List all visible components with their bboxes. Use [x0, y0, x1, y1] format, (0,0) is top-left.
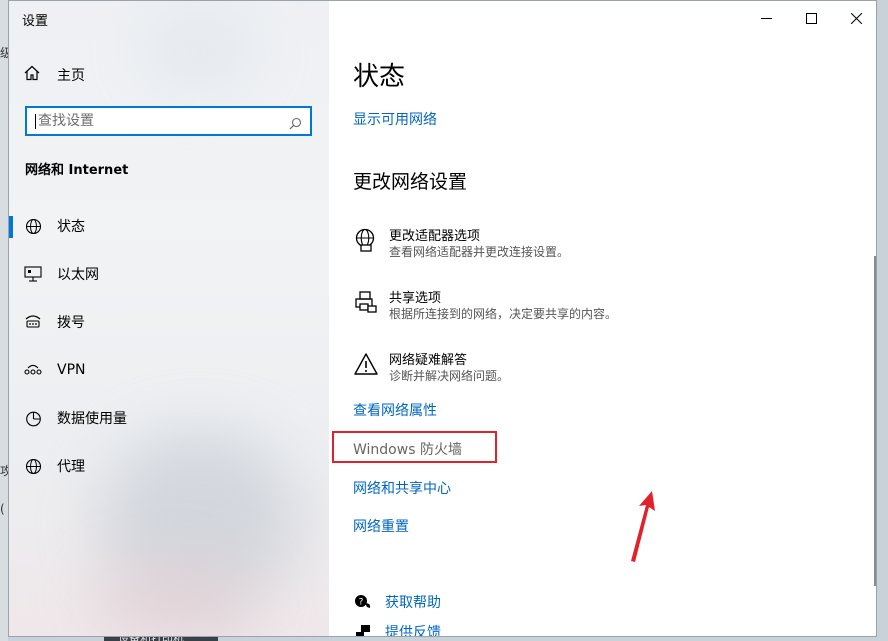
globe-icon: [23, 216, 43, 236]
sidebar-item-status[interactable]: 状态: [9, 206, 329, 246]
page-title: 状态: [353, 62, 406, 92]
feedback-link[interactable]: 提供反馈: [353, 621, 653, 637]
dialup-icon: [23, 312, 43, 332]
option-description: 根据所连接到的网络，决定要共享的内容。: [389, 307, 618, 321]
background-window-edge: 级 攻 (: [0, 0, 12, 641]
get-help-link[interactable]: ? 获取帮助: [353, 591, 653, 613]
firewall-highlight-box[interactable]: Windows 防火墙: [332, 431, 497, 463]
svg-text:?: ?: [359, 598, 364, 608]
sidebar-item-label: 以太网: [57, 267, 99, 283]
sidebar-item-label: 数据使用量: [57, 411, 127, 427]
adapter-globe-icon: [353, 227, 379, 253]
network-reset-link[interactable]: 网络重置: [353, 516, 409, 536]
selection-indicator: [9, 216, 13, 238]
search-input[interactable]: [38, 111, 278, 131]
section-title: 网络和 Internet: [25, 163, 129, 178]
ethernet-icon: [23, 264, 43, 284]
option-troubleshoot[interactable]: 网络疑难解答 诊断并解决网络问题。: [353, 349, 773, 389]
sidebar-item-vpn[interactable]: VPN: [9, 350, 329, 390]
annotation-arrow: [631, 491, 655, 562]
sidebar-item-label: 拨号: [57, 315, 85, 331]
home-icon: [23, 64, 41, 86]
option-change-adapter[interactable]: 更改适配器选项 查看网络适配器并更改连接设置。: [353, 225, 773, 265]
sidebar-item-label: VPN: [57, 362, 86, 378]
sidebar-item-data-usage[interactable]: 数据使用量: [9, 398, 329, 438]
option-sharing[interactable]: 共享选项 根据所连接到的网络，决定要共享的内容。: [353, 287, 773, 327]
printer-icon: [353, 289, 379, 315]
sidebar-item-label: 状态: [57, 219, 85, 235]
data-usage-icon: [23, 408, 43, 428]
search-icon[interactable]: [289, 115, 302, 134]
option-title: 更改适配器选项: [389, 229, 481, 244]
sidebar-item-label: 代理: [57, 459, 85, 475]
feedback-icon: [353, 624, 373, 636]
home-label: 主页: [57, 68, 85, 84]
sidebar-item-dialup[interactable]: 拨号: [9, 302, 329, 342]
option-title: 网络疑难解答: [389, 353, 468, 368]
sidebar-item-proxy[interactable]: 代理: [9, 446, 329, 486]
search-box[interactable]: [25, 106, 312, 136]
change-settings-heading: 更改网络设置: [353, 171, 468, 193]
option-description: 诊断并解决网络问题。: [389, 369, 510, 383]
text-caret: [35, 114, 36, 129]
settings-window: 设置 主页 网络和 Internet 状态 以太网: [8, 0, 877, 637]
help-label: 获取帮助: [385, 595, 441, 611]
warning-icon: [353, 351, 379, 377]
main-content: 状态 显示可用网络 更改网络设置 更改适配器选项 查看网络适配器并更改连接设置。…: [329, 1, 876, 636]
scrollbar[interactable]: [874, 256, 876, 586]
sidebar: 设置 主页 网络和 Internet 状态 以太网: [9, 1, 329, 636]
option-title: 共享选项: [389, 291, 442, 306]
window-title: 设置: [22, 14, 49, 29]
background-text-fragment: (: [0, 502, 5, 516]
sidebar-item-ethernet[interactable]: 以太网: [9, 254, 329, 294]
help-chat-icon: ?: [353, 594, 373, 610]
home-nav-item[interactable]: 主页: [23, 63, 85, 87]
feedback-label: 提供反馈: [385, 625, 441, 637]
network-sharing-center-link[interactable]: 网络和共享中心: [353, 478, 451, 498]
vpn-icon: [23, 360, 43, 380]
option-description: 查看网络适配器并更改连接设置。: [389, 245, 570, 259]
view-network-properties-link[interactable]: 查看网络属性: [353, 400, 437, 420]
show-available-networks-link[interactable]: 显示可用网络: [353, 109, 437, 129]
firewall-link[interactable]: Windows 防火墙: [353, 439, 462, 459]
globe-icon: [23, 456, 43, 476]
